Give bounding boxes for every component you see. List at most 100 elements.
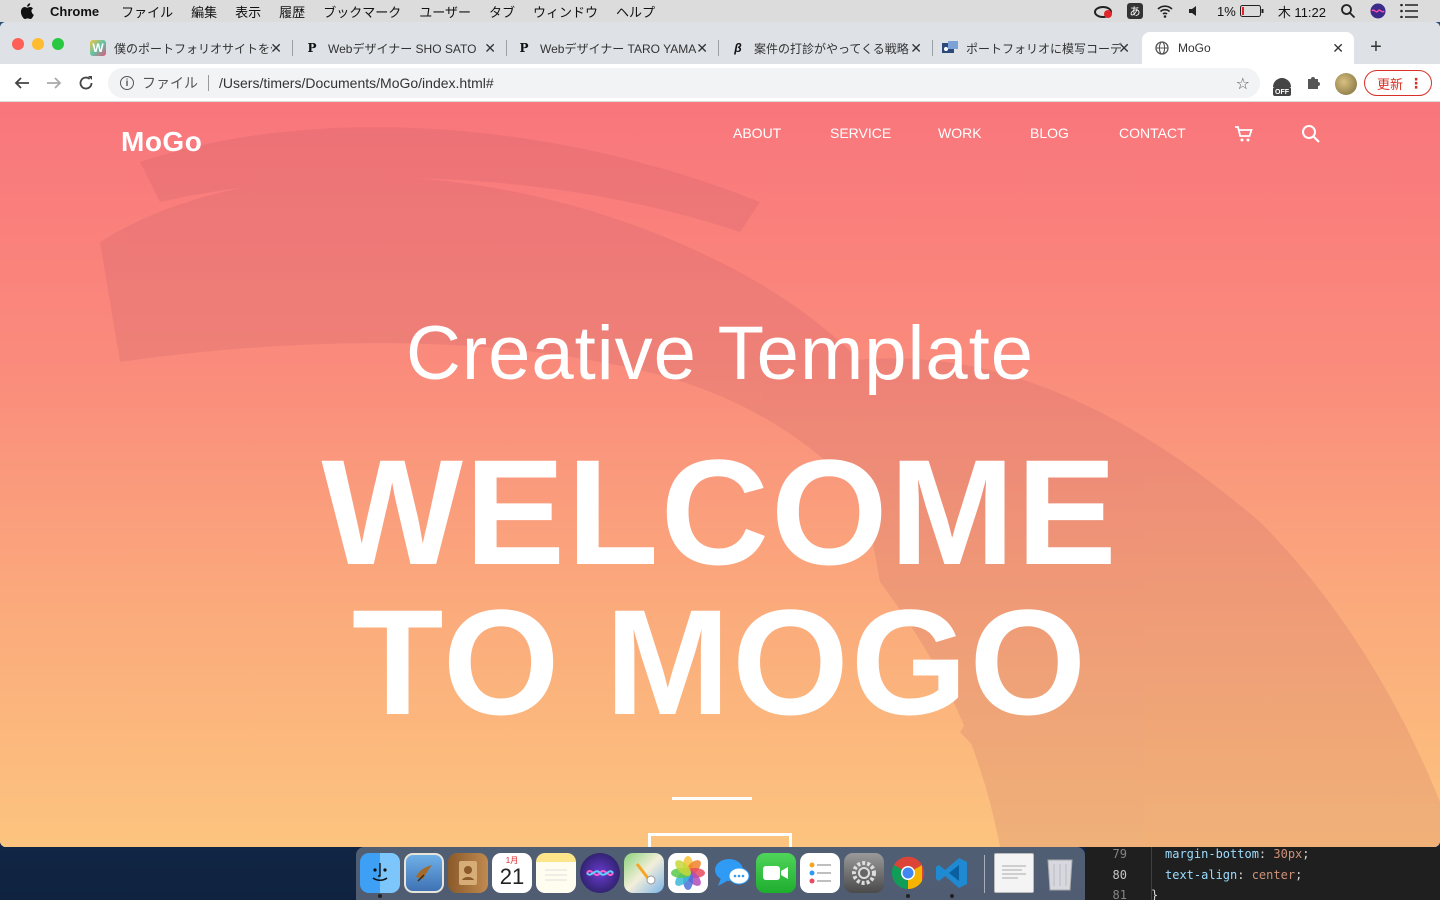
menu-users[interactable]: ユーザー: [419, 2, 471, 21]
menu-view[interactable]: 表示: [235, 2, 261, 21]
browser-window: W 僕のポートフォリオサイトを公 ✕ P Webデザイナー SHO SATO ✕…: [0, 22, 1440, 847]
calendar-icon[interactable]: 1月 21: [492, 853, 532, 893]
close-tab-icon[interactable]: ✕: [910, 40, 922, 57]
wifi-icon[interactable]: [1157, 3, 1173, 19]
menu-history[interactable]: 履歴: [279, 2, 305, 21]
code-editor-window: 79 margin-bottom: 30px; 80 text-align: c…: [1085, 847, 1440, 900]
notification-center-icon[interactable]: [1400, 4, 1418, 18]
site-info-icon[interactable]: i: [120, 76, 134, 90]
menu-app-name[interactable]: Chrome: [50, 4, 99, 19]
trash-icon[interactable]: [1040, 853, 1080, 893]
tab-favicon-icon: [942, 40, 958, 56]
tab-title: 案件の打診がやってくる戦略: [754, 41, 909, 56]
window-controls: [12, 38, 72, 50]
line-number: 79: [1112, 847, 1127, 861]
closing-brace[interactable]: }: [1151, 888, 1158, 900]
battery-icon[interactable]: [1239, 5, 1264, 17]
extensions-puzzle-icon[interactable]: [1304, 73, 1326, 95]
clock[interactable]: 木 11:22: [1278, 2, 1326, 21]
browser-toolbar: i ファイル /Users/timers/Documents/MoGo/inde…: [0, 64, 1440, 102]
chrome-icon[interactable]: [888, 853, 928, 893]
hero-title-line2: TO MOGO: [351, 578, 1089, 746]
close-window-button[interactable]: [12, 38, 24, 50]
tab-favicon-icon: P: [307, 41, 317, 55]
creative-cloud-icon[interactable]: [1093, 3, 1113, 19]
messages-icon[interactable]: [712, 853, 752, 893]
mail-icon[interactable]: [404, 853, 444, 893]
nav-service[interactable]: SERVICE: [830, 125, 891, 141]
finder-icon[interactable]: [360, 853, 400, 893]
tab-favicon-icon: β: [734, 41, 742, 55]
menu-edit[interactable]: 編集: [191, 2, 217, 21]
tab-portfolio-coding[interactable]: ポートフォリオに模写コーデ ✕: [934, 32, 1140, 64]
url-scheme-label: ファイル: [142, 75, 198, 91]
close-tab-icon[interactable]: ✕: [1332, 40, 1344, 57]
facetime-icon[interactable]: [756, 853, 796, 893]
nav-about[interactable]: ABOUT: [733, 125, 781, 141]
url-text[interactable]: /Users/timers/Documents/MoGo/index.html#: [219, 75, 494, 91]
extension-off-icon[interactable]: OFF: [1270, 73, 1292, 96]
running-indicator: [378, 894, 382, 898]
menu-file[interactable]: ファイル: [121, 2, 173, 21]
profile-avatar[interactable]: [1335, 73, 1357, 95]
document-icon[interactable]: [994, 853, 1034, 893]
photos-icon[interactable]: [668, 853, 708, 893]
globe-icon: [1154, 40, 1170, 56]
hero-button[interactable]: [648, 833, 792, 847]
close-tab-icon[interactable]: ✕: [484, 40, 496, 57]
site-nav: ABOUT SERVICE WORK BLOG CONTACT: [0, 125, 1440, 145]
contacts-icon[interactable]: [448, 853, 488, 893]
code-line[interactable]: text-align: center;: [1165, 868, 1302, 882]
menu-help[interactable]: ヘルプ: [616, 2, 655, 21]
css-value: 30px: [1273, 847, 1303, 861]
battery-percent: 1%: [1217, 3, 1236, 19]
close-tab-icon[interactable]: ✕: [1118, 40, 1130, 57]
tab-strategy[interactable]: β 案件の打診がやってくる戦略 ✕: [722, 32, 933, 64]
menu-bookmarks[interactable]: ブックマーク: [323, 2, 401, 21]
tab-mogo[interactable]: MoGo ✕: [1142, 32, 1354, 64]
running-indicator: [906, 894, 910, 898]
tab-title: 僕のポートフォリオサイトを公: [114, 41, 272, 56]
search-icon[interactable]: [1301, 124, 1321, 144]
tab-strip: W 僕のポートフォリオサイトを公 ✕ P Webデザイナー SHO SATO ✕…: [0, 22, 1440, 64]
hero-divider: [672, 797, 752, 800]
spotlight-icon[interactable]: [1340, 3, 1356, 19]
address-bar[interactable]: i ファイル /Users/timers/Documents/MoGo/inde…: [108, 68, 1260, 98]
siri-app-icon[interactable]: [580, 853, 620, 893]
minimize-window-button[interactable]: [32, 38, 44, 50]
close-tab-icon[interactable]: ✕: [270, 40, 282, 57]
volume-icon[interactable]: [1187, 3, 1203, 19]
apple-menu-icon[interactable]: [18, 2, 36, 20]
tab-sho-sato[interactable]: P Webデザイナー SHO SATO ✕: [296, 32, 507, 64]
input-method-icon[interactable]: あ: [1127, 3, 1144, 19]
nav-contact[interactable]: CONTACT: [1119, 125, 1186, 141]
update-button[interactable]: 更新 ⋮: [1364, 70, 1432, 96]
reload-button[interactable]: [76, 73, 96, 93]
nav-work[interactable]: WORK: [938, 125, 982, 141]
forward-button[interactable]: [44, 73, 64, 93]
bookmark-star-icon[interactable]: ☆: [1236, 74, 1250, 94]
hero-title-line1: WELCOME: [321, 428, 1119, 596]
tab-portfolio-blog[interactable]: W 僕のポートフォリオサイトを公 ✕: [82, 32, 293, 64]
cart-icon[interactable]: [1234, 124, 1254, 144]
back-button[interactable]: [12, 73, 32, 93]
close-tab-icon[interactable]: ✕: [696, 40, 708, 57]
code-line[interactable]: margin-bottom: 30px;: [1165, 847, 1310, 861]
running-indicator: [950, 894, 954, 898]
menu-window[interactable]: ウィンドウ: [533, 2, 598, 21]
siri-icon[interactable]: [1370, 3, 1386, 19]
reminders-icon[interactable]: [800, 853, 840, 893]
menu-tab[interactable]: タブ: [489, 2, 515, 21]
css-property: text-align: [1165, 868, 1238, 882]
zoom-window-button[interactable]: [52, 38, 64, 50]
tab-taro-yama[interactable]: P Webデザイナー TARO YAMA ✕: [508, 32, 719, 64]
vscode-icon[interactable]: [932, 853, 972, 893]
hero-subtitle: Creative Template: [405, 311, 1035, 396]
notes-icon[interactable]: [536, 853, 576, 893]
maps-icon[interactable]: [624, 853, 664, 893]
line-number: 80: [1112, 868, 1127, 882]
kebab-menu-icon[interactable]: ⋮: [1409, 75, 1423, 91]
nav-blog[interactable]: BLOG: [1030, 125, 1069, 141]
new-tab-button[interactable]: +: [1366, 36, 1386, 59]
system-preferences-icon[interactable]: [844, 853, 884, 893]
